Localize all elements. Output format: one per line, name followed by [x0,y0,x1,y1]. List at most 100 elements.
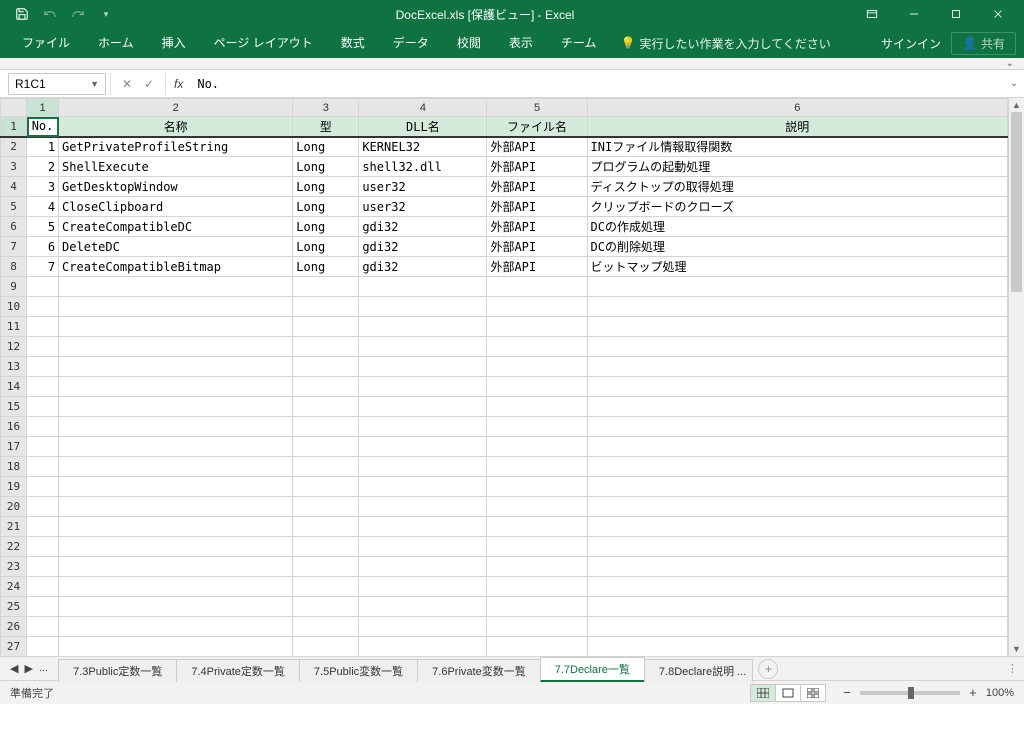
cell[interactable] [359,357,487,377]
tab-insert[interactable]: 挿入 [148,28,200,58]
header-cell[interactable]: No. [27,117,59,137]
col-header[interactable]: 2 [59,99,293,117]
zoom-slider[interactable] [860,691,960,695]
sheet-tab[interactable]: 7.3Public定数一覧 [58,659,177,682]
cell[interactable] [487,377,587,397]
cell[interactable] [27,637,59,657]
cell[interactable]: DCの削除処理 [587,237,1007,257]
cell[interactable] [359,437,487,457]
cell[interactable] [587,537,1007,557]
cell[interactable] [27,517,59,537]
cell[interactable] [293,417,359,437]
sheet-tab[interactable]: 7.7Declare一覧 [540,657,645,682]
cell[interactable] [587,397,1007,417]
tab-formulas[interactable]: 数式 [327,28,379,58]
cell[interactable] [359,477,487,497]
cell[interactable] [359,397,487,417]
cell[interactable]: 7 [27,257,59,277]
expand-formula-bar-icon[interactable]: ⌄ [1004,78,1024,89]
cell[interactable] [59,377,293,397]
zoom-out-button[interactable]: − [840,685,854,700]
col-header[interactable]: 4 [359,99,487,117]
cell[interactable] [27,617,59,637]
cell[interactable] [587,517,1007,537]
cell[interactable] [27,457,59,477]
cell[interactable] [587,297,1007,317]
cell[interactable] [27,557,59,577]
cell[interactable] [487,397,587,417]
cell[interactable]: Long [293,237,359,257]
row-header[interactable]: 11 [1,317,27,337]
select-all-corner[interactable] [1,99,27,117]
cell[interactable] [587,597,1007,617]
cell[interactable]: DeleteDC [59,237,293,257]
maximize-icon[interactable] [936,2,976,26]
scroll-up-icon[interactable]: ▲ [1009,100,1024,110]
undo-icon[interactable] [38,2,62,26]
cell[interactable]: Long [293,157,359,177]
collapse-ribbon-icon[interactable]: ⌄ [1006,58,1014,69]
cell[interactable] [487,617,587,637]
cell[interactable] [587,277,1007,297]
cell[interactable]: gdi32 [359,237,487,257]
cell[interactable] [59,337,293,357]
cell[interactable] [27,497,59,517]
row-header[interactable]: 13 [1,357,27,377]
cell[interactable] [359,637,487,657]
row-header[interactable]: 17 [1,437,27,457]
cell[interactable] [359,617,487,637]
cell[interactable]: プログラムの起動処理 [587,157,1007,177]
cell[interactable]: 外部API [487,217,587,237]
row-header[interactable]: 2 [1,137,27,157]
cell[interactable] [59,437,293,457]
col-header[interactable]: 3 [293,99,359,117]
cell[interactable] [59,557,293,577]
close-icon[interactable] [978,2,1018,26]
cell[interactable]: Long [293,197,359,217]
cell[interactable] [27,357,59,377]
row-header[interactable]: 21 [1,517,27,537]
cell[interactable] [487,417,587,437]
cell[interactable] [59,317,293,337]
cell[interactable] [587,637,1007,657]
cell[interactable]: 4 [27,197,59,217]
cell[interactable] [293,497,359,517]
tab-team[interactable]: チーム [547,28,611,58]
row-header[interactable]: 15 [1,397,27,417]
cell[interactable] [293,297,359,317]
tab-data[interactable]: データ [379,28,443,58]
cell[interactable] [293,437,359,457]
cell[interactable] [27,597,59,617]
row-header[interactable]: 8 [1,257,27,277]
sheet-tab[interactable]: 7.4Private定数一覧 [176,659,300,682]
tab-view[interactable]: 表示 [495,28,547,58]
cell[interactable]: gdi32 [359,217,487,237]
col-header[interactable]: 1 [27,99,59,117]
cell[interactable] [359,277,487,297]
row-header[interactable]: 10 [1,297,27,317]
minimize-icon[interactable] [894,2,934,26]
cell[interactable] [293,357,359,377]
row-header[interactable]: 14 [1,377,27,397]
cell[interactable] [587,317,1007,337]
signin-link[interactable]: サインイン [871,35,951,52]
cell[interactable] [293,537,359,557]
cell[interactable]: 1 [27,137,59,157]
cell[interactable] [359,457,487,477]
cell[interactable]: 外部API [487,257,587,277]
cell[interactable]: shell32.dll [359,157,487,177]
cell[interactable] [487,457,587,477]
cell[interactable]: CreateCompatibleBitmap [59,257,293,277]
cell[interactable] [27,297,59,317]
cell[interactable]: KERNEL32 [359,137,487,157]
row-header[interactable]: 24 [1,577,27,597]
cell[interactable] [293,557,359,577]
cell[interactable]: DCの作成処理 [587,217,1007,237]
cell[interactable] [359,597,487,617]
name-box[interactable]: R1C1 ▼ [8,73,106,95]
row-header[interactable]: 22 [1,537,27,557]
cell[interactable] [27,277,59,297]
cell[interactable]: gdi32 [359,257,487,277]
tab-review[interactable]: 校閲 [443,28,495,58]
cell[interactable] [359,557,487,577]
